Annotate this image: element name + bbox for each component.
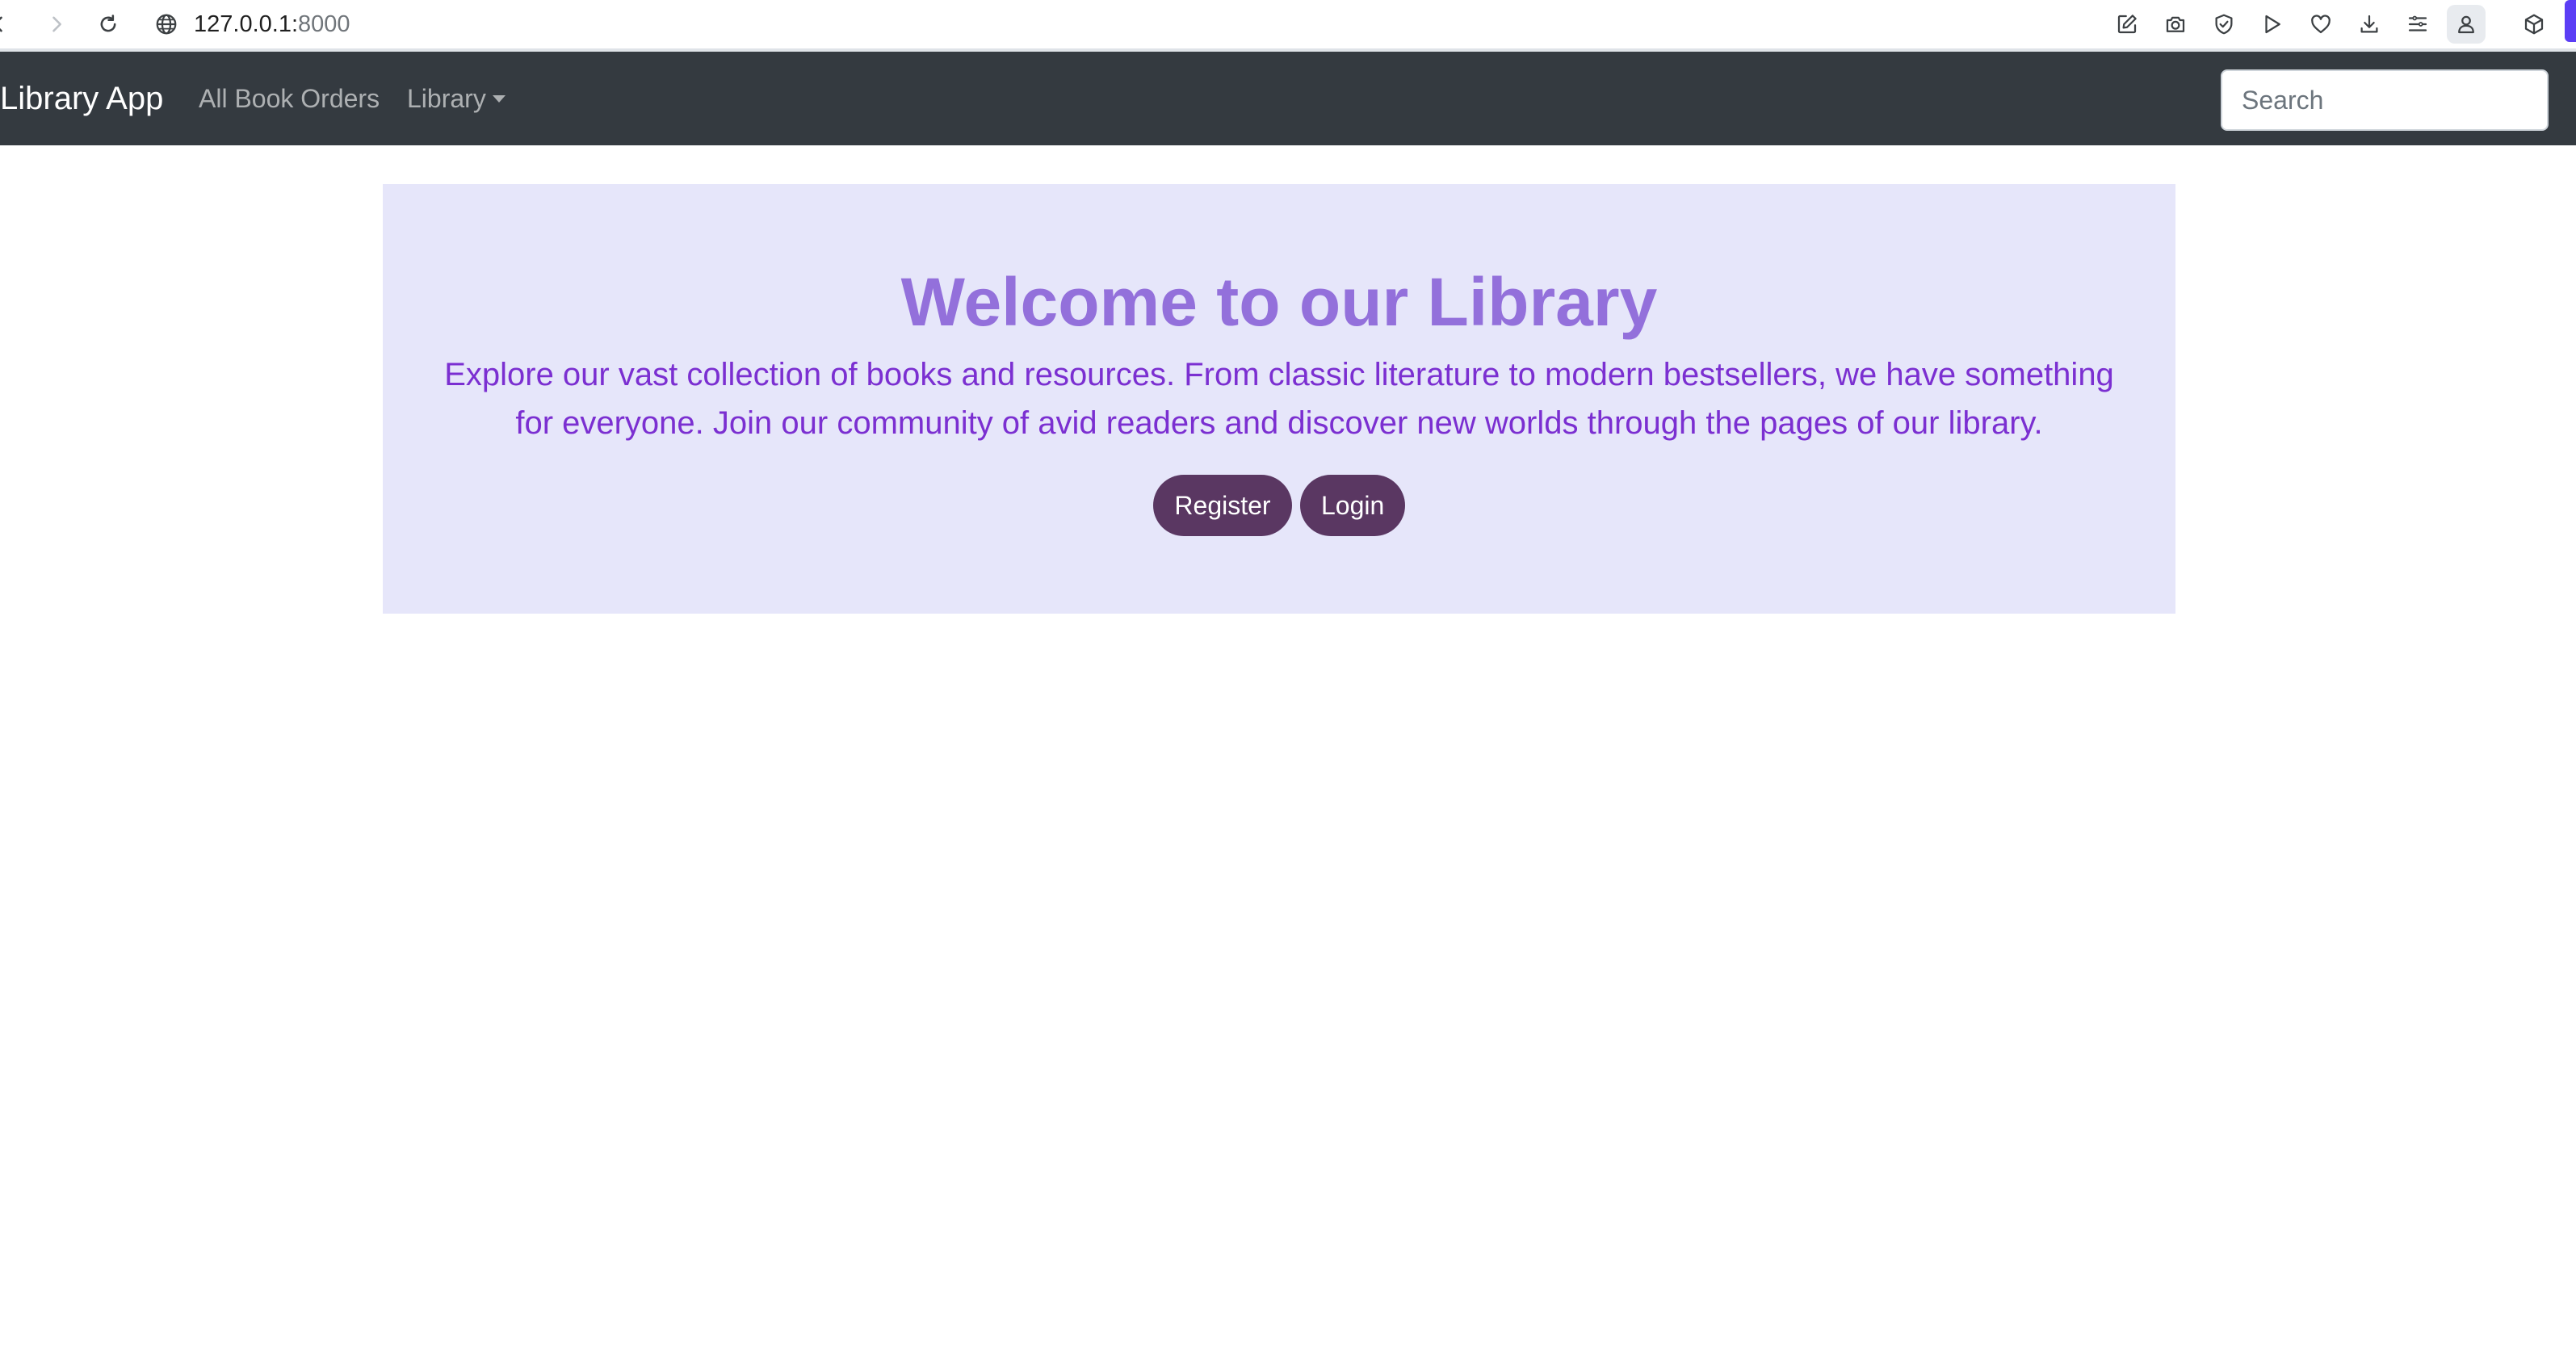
- login-button[interactable]: Login: [1300, 475, 1405, 536]
- shield-icon[interactable]: [2205, 5, 2243, 44]
- address-bar-url[interactable]: 127.0.0.1:8000: [194, 6, 350, 42]
- camera-icon[interactable]: [2156, 5, 2195, 44]
- welcome-hero: Welcome to our Library Explore our vast …: [383, 184, 2175, 614]
- nav-link-all-book-orders[interactable]: All Book Orders: [199, 82, 380, 115]
- search-input[interactable]: [2221, 69, 2549, 131]
- cube-icon[interactable]: [2515, 5, 2553, 44]
- caret-down-icon: [492, 95, 506, 103]
- hero-title: Welcome to our Library: [900, 264, 1658, 340]
- play-icon[interactable]: [2253, 5, 2292, 44]
- heart-icon[interactable]: [2301, 5, 2340, 44]
- edit-icon[interactable]: [2108, 5, 2146, 44]
- back-icon[interactable]: [0, 8, 15, 40]
- nav-dropdown-library-label: Library: [407, 84, 486, 113]
- browser-toolbar: 127.0.0.1:8000: [0, 0, 2576, 52]
- window-edge-accent: [2565, 0, 2576, 42]
- hero-button-row: Register Login: [383, 475, 2175, 536]
- nav-dropdown-library[interactable]: Library: [407, 82, 506, 115]
- register-button[interactable]: Register: [1153, 475, 1292, 536]
- menu-icon[interactable]: [2398, 5, 2437, 44]
- url-port: 8000: [298, 11, 350, 37]
- forward-icon[interactable]: [40, 8, 73, 40]
- download-icon[interactable]: [2350, 5, 2389, 44]
- hero-description: Explore our vast collection of books and…: [444, 357, 2114, 441]
- navbar: Library App All Book Orders Library: [0, 52, 2576, 145]
- brand-link[interactable]: Library App: [0, 79, 163, 118]
- url-host: 127.0.0.1:: [194, 11, 298, 37]
- reload-icon[interactable]: [92, 8, 124, 40]
- globe-icon[interactable]: [150, 8, 183, 40]
- profile-icon[interactable]: [2447, 5, 2486, 44]
